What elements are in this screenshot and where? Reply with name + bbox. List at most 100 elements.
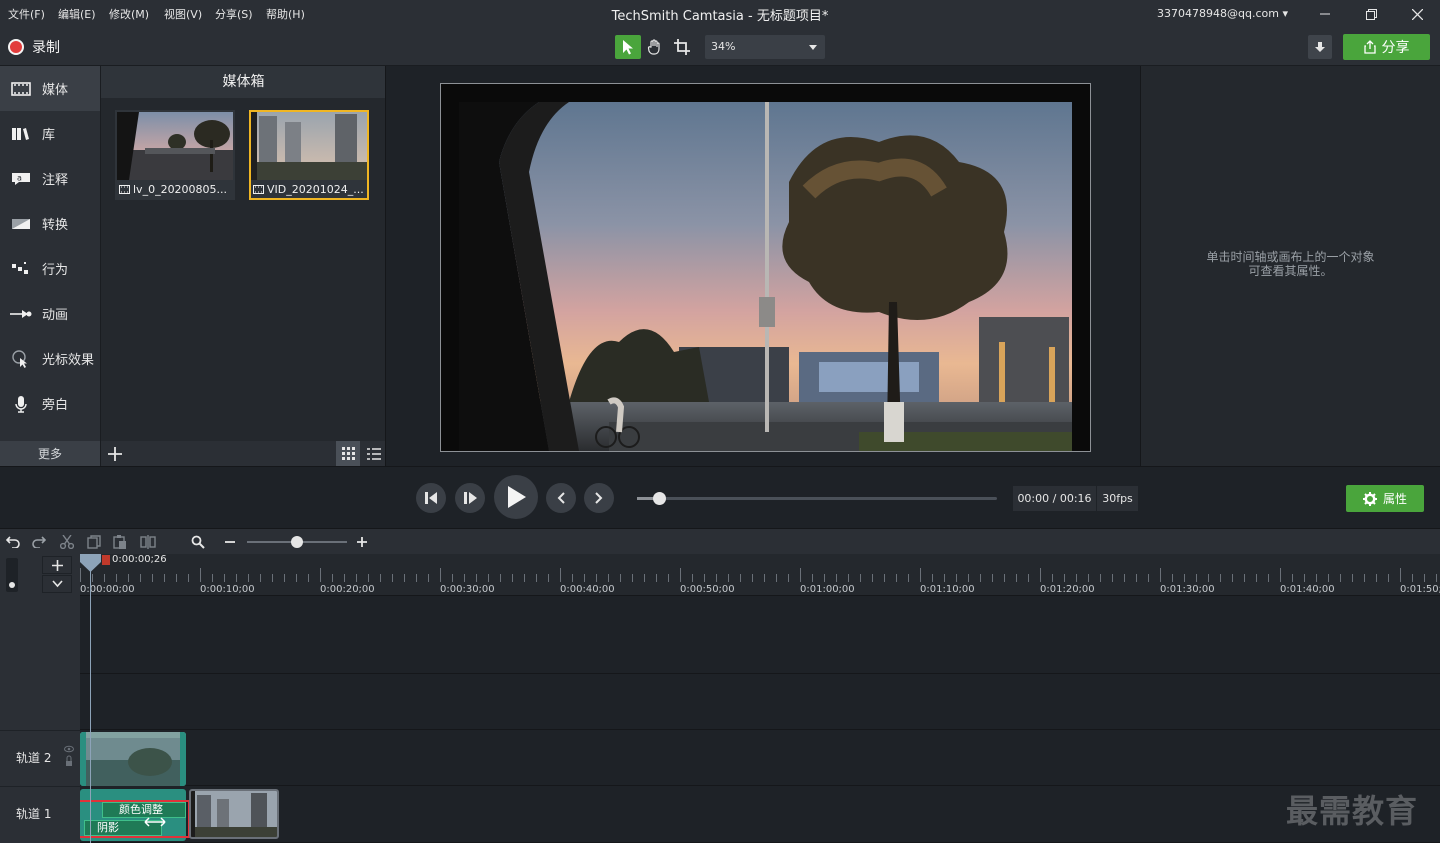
- ruler-tick-label: 0:01:20;00: [1040, 584, 1095, 595]
- menu-view[interactable]: 视图(V): [164, 6, 202, 22]
- sidebar-item-media[interactable]: 媒体: [0, 66, 100, 111]
- timeline-tracks[interactable]: 颜色调整 阴影: [80, 596, 1440, 843]
- next-marker-button[interactable]: [584, 483, 614, 513]
- track-height-slider[interactable]: [6, 558, 18, 592]
- account-menu[interactable]: 3370478948@qq.com ▾: [1157, 7, 1288, 20]
- redo-button[interactable]: [30, 533, 48, 551]
- previous-marker-button[interactable]: [546, 483, 576, 513]
- canvas-zoom-select[interactable]: 34%: [705, 35, 825, 59]
- chevron-down-icon: [51, 580, 63, 588]
- zoom-fit-button[interactable]: [189, 533, 207, 551]
- sidebar-item-voice-narration[interactable]: 旁白: [0, 381, 100, 426]
- fps-display[interactable]: 30fps: [1096, 486, 1138, 511]
- copy-button[interactable]: [85, 533, 103, 551]
- zoom-out-button[interactable]: [221, 533, 239, 551]
- sidebar-item-annotations[interactable]: a 注释: [0, 156, 100, 201]
- record-button[interactable]: 录制: [8, 37, 60, 57]
- clip-trim-handle-right[interactable]: [180, 732, 186, 786]
- media-item[interactable]: VID_20201024_...: [249, 110, 369, 200]
- plus-icon: [51, 559, 63, 571]
- media-thumbnail: [117, 112, 233, 180]
- main-toolbar: 录制 34% 分享: [0, 28, 1440, 66]
- share-button[interactable]: 分享: [1343, 34, 1430, 60]
- track-header-2[interactable]: 轨道 2: [0, 730, 80, 786]
- sidebar-item-behaviors[interactable]: 行为: [0, 246, 100, 291]
- add-track-button[interactable]: [42, 556, 72, 574]
- ruler-tick-label: 0:00:10;00: [200, 584, 255, 595]
- grid-icon: [341, 447, 355, 460]
- split-button[interactable]: [139, 533, 157, 551]
- menu-edit[interactable]: 编辑(E): [58, 6, 96, 22]
- timeline-ruler[interactable]: 0:00:00;00 0:00:10;00 0:00:20;00 0:00:30;00…: [80, 554, 1440, 596]
- media-item[interactable]: lv_0_20200805...: [115, 110, 235, 200]
- track-row-1[interactable]: [80, 786, 1440, 843]
- resize-cursor-icon: [144, 817, 166, 827]
- menu-share[interactable]: 分享(S): [215, 6, 253, 22]
- library-icon: [10, 125, 32, 143]
- media-bin-title: 媒体箱: [101, 66, 386, 98]
- track-label: 轨道 2: [16, 751, 52, 765]
- playhead-end-marker[interactable]: [102, 555, 110, 565]
- playback-scrubber[interactable]: [637, 492, 997, 505]
- menu-file[interactable]: 文件(F): [8, 6, 45, 22]
- cut-button[interactable]: [58, 533, 76, 551]
- grid-view-button[interactable]: [336, 441, 360, 466]
- close-button[interactable]: [1394, 0, 1440, 28]
- playhead[interactable]: [90, 560, 91, 843]
- sidebar-item-label: 行为: [42, 263, 69, 278]
- undo-button[interactable]: [4, 533, 22, 551]
- sidebar-item-transitions[interactable]: 转换: [0, 201, 100, 246]
- video-clip[interactable]: [80, 732, 186, 786]
- play-icon: [508, 486, 526, 508]
- ruler-tick-label: 0:01:50;00: [1400, 584, 1440, 595]
- step-forward-button[interactable]: [455, 483, 485, 513]
- ruler-tick-label: 0:01:00;00: [800, 584, 855, 595]
- play-button[interactable]: [494, 475, 538, 519]
- video-file-icon: [253, 185, 264, 194]
- gear-icon: [1362, 491, 1377, 506]
- paste-button[interactable]: [111, 533, 129, 551]
- sidebar-item-library[interactable]: 库: [0, 111, 100, 156]
- add-media-button[interactable]: [105, 444, 125, 464]
- zoom-slider-handle[interactable]: [291, 536, 303, 548]
- menu-bar: 文件(F) 编辑(E) 修改(M) 视图(V) 分享(S) 帮助(H) Tech…: [0, 0, 1440, 28]
- minus-icon: [225, 541, 235, 543]
- track-height-handle[interactable]: [9, 582, 15, 588]
- step-back-button[interactable]: [416, 483, 446, 513]
- list-view-button[interactable]: [362, 441, 386, 466]
- menu-help[interactable]: 帮助(H): [266, 6, 305, 22]
- crop-tool-button[interactable]: [669, 35, 695, 59]
- zoom-value: 34%: [711, 40, 736, 53]
- playhead-handle[interactable]: [80, 554, 102, 572]
- menu-modify[interactable]: 修改(M): [109, 6, 149, 22]
- more-button[interactable]: 更多: [0, 441, 100, 466]
- zoom-in-button[interactable]: [353, 533, 371, 551]
- collapse-tracks-button[interactable]: [42, 575, 72, 593]
- clip-trim-handle-left[interactable]: [80, 732, 86, 786]
- clip-thumbnail: [191, 791, 277, 837]
- step-forward-icon: [464, 492, 477, 504]
- track-row-2[interactable]: [80, 730, 1440, 786]
- select-tool-button[interactable]: [615, 35, 641, 59]
- video-clip[interactable]: [189, 789, 279, 839]
- video-file-icon: [119, 185, 130, 194]
- media-icon: [10, 80, 32, 98]
- scrubber-handle[interactable]: [653, 492, 666, 505]
- properties-panel: 单击时间轴或画布上的一个对象 可查看其属性。: [1141, 66, 1440, 466]
- track-header-1[interactable]: 轨道 1: [0, 786, 80, 843]
- list-icon: [367, 447, 381, 460]
- sidebar-item-animations[interactable]: 动画: [0, 291, 100, 336]
- minimize-button[interactable]: [1302, 0, 1348, 28]
- video-preview[interactable]: [459, 102, 1072, 451]
- properties-hint-line: 单击时间轴或画布上的一个对象: [1206, 250, 1375, 264]
- ruler-tick-label: 0:00:40;00: [560, 584, 615, 595]
- sidebar-item-cursor-effects[interactable]: 光标效果: [0, 336, 100, 381]
- timeline-zoom-slider[interactable]: [247, 536, 347, 548]
- download-button[interactable]: [1308, 35, 1332, 59]
- properties-button[interactable]: 属性: [1346, 485, 1424, 512]
- pan-tool-button[interactable]: [642, 35, 668, 59]
- track-visibility-icon[interactable]: [64, 745, 74, 771]
- canvas[interactable]: [440, 83, 1091, 452]
- record-icon: [8, 39, 24, 55]
- restore-button[interactable]: [1348, 0, 1394, 28]
